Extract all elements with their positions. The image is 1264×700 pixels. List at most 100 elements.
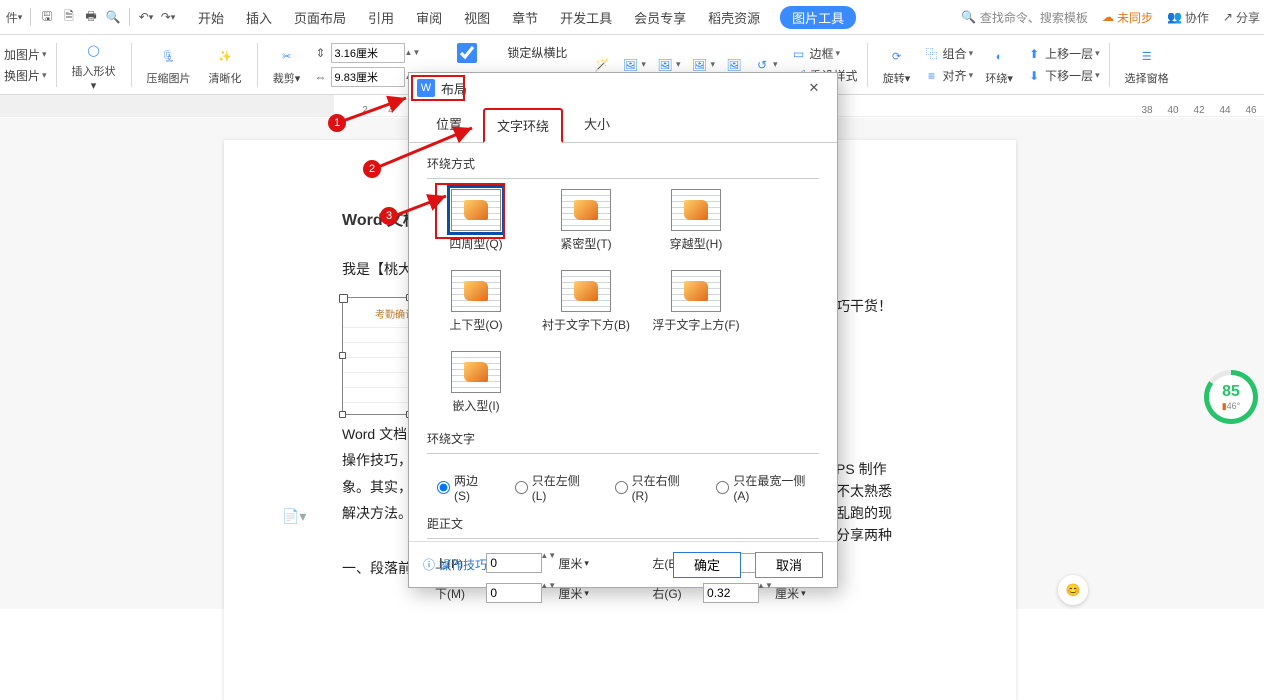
print-icon[interactable]: 🖶 xyxy=(81,7,101,27)
pic-effect-5[interactable]: 🖼 xyxy=(725,56,743,74)
pic-effect-2[interactable]: 🖼▾ xyxy=(621,56,646,74)
topbar-right: 🔍 查找命令、搜索模板 ☁ 未同步 👥 协作 ↗ 分享 xyxy=(961,9,1260,26)
border-icon: ▭ xyxy=(790,45,808,63)
group-button[interactable]: ⿻组合▾ xyxy=(923,45,974,63)
tab-start[interactable]: 开始 xyxy=(196,2,226,33)
tab-layout[interactable]: 页面布局 xyxy=(292,2,348,33)
page-gutter-icon[interactable]: 📄▾ xyxy=(282,508,306,525)
tab-dev[interactable]: 开发工具 xyxy=(558,2,614,33)
dialog-close-button[interactable]: ✕ xyxy=(799,77,829,99)
ok-button[interactable]: 确定 xyxy=(673,552,741,578)
share-button[interactable]: ↗ 分享 xyxy=(1223,9,1260,26)
search-icon: 🔍 xyxy=(961,10,976,24)
doc-text-frag: 巧干货！ xyxy=(836,293,892,320)
send-backward[interactable]: ⬇下移一层▾ xyxy=(1025,67,1100,85)
people-icon: 👥 xyxy=(1167,10,1182,24)
radio-widest[interactable]: 只在最宽一侧(A) xyxy=(716,472,819,503)
compress-icon: 🗜 xyxy=(155,44,183,70)
info-icon: ⓘ xyxy=(423,556,435,573)
sharpen-image[interactable]: ✨ 清晰化 xyxy=(203,38,248,92)
ribbon-tabs: 开始 插入 页面布局 引用 审阅 视图 章节 开发工具 会员专享 稻壳资源 图片… xyxy=(196,2,856,33)
save-icon[interactable]: 🖫 xyxy=(37,7,57,27)
lock-aspect[interactable]: 锁定纵横比 xyxy=(430,43,567,63)
radio-right[interactable]: 只在右侧(R) xyxy=(615,472,695,503)
command-search[interactable]: 🔍 查找命令、搜索模板 xyxy=(961,9,1088,26)
dist-bottom-label: 下(M) xyxy=(435,585,478,602)
tab-ref[interactable]: 引用 xyxy=(366,2,396,33)
wrap-style-options: 四周型(Q) 紧密型(T) 穿越型(H) 上下型(O) 衬于文字下方(B) 浮于… xyxy=(427,189,819,414)
align-button[interactable]: ≡对齐▾ xyxy=(923,67,974,85)
wrap-through[interactable]: 穿越型(H) xyxy=(665,189,727,252)
performance-gauge[interactable]: 85 ▮46° xyxy=(1204,370,1258,424)
tab-insert[interactable]: 插入 xyxy=(244,2,274,33)
dist-right-unit[interactable]: 厘米▾ xyxy=(775,585,819,602)
sharpen-icon: ✨ xyxy=(211,44,239,70)
wrap-front[interactable]: 浮于文字上方(F) xyxy=(665,270,727,333)
annotation-box-title xyxy=(411,75,465,101)
group-icon: ⿻ xyxy=(923,45,941,63)
dialog-tab-textwrap[interactable]: 文字环绕 xyxy=(483,108,563,143)
lock-checkbox[interactable] xyxy=(430,43,504,63)
reset-icon: ↺ xyxy=(753,56,771,74)
undo-icon[interactable]: ↶▾ xyxy=(136,7,156,27)
rotate-icon: ⟳ xyxy=(883,44,911,70)
section-wrapstyle: 环绕方式 xyxy=(427,155,819,172)
picture-icon: 🖼 xyxy=(656,56,674,74)
saveas-icon[interactable]: 🗎 xyxy=(59,7,79,27)
width-input[interactable] xyxy=(331,67,405,87)
wrap-icon: ◐ xyxy=(985,44,1013,70)
border-dropdown[interactable]: ▭边框▾ xyxy=(790,45,858,63)
dialog-tab-position[interactable]: 位置 xyxy=(423,107,475,142)
rotate[interactable]: ⟳ 旋转▾ xyxy=(877,38,917,92)
radio-left[interactable]: 只在左侧(L) xyxy=(515,472,593,503)
height-input[interactable] xyxy=(331,43,405,63)
file-menu[interactable]: 件▾ xyxy=(4,7,24,27)
quick-access-toolbar: 件▾ 🖫 🗎 🖶 🔍 ↶▾ ↷▾ xyxy=(4,7,178,27)
height-icon: ⇕ xyxy=(313,46,329,60)
compress-image[interactable]: 🗜 压缩图片 xyxy=(141,38,197,92)
tab-chapter[interactable]: 章节 xyxy=(510,2,540,33)
height-spinner[interactable]: ▲▼ xyxy=(405,50,421,56)
pic-effect-3[interactable]: 🖼▾ xyxy=(656,56,681,74)
tab-view[interactable]: 视图 xyxy=(462,2,492,33)
wrap-button[interactable]: ◐ 环绕▾ xyxy=(979,38,1019,92)
dialog-tab-size[interactable]: 大小 xyxy=(571,107,623,142)
operation-tips-link[interactable]: ⓘ 操作技巧 xyxy=(423,556,487,573)
collab-button[interactable]: 👥 协作 xyxy=(1167,9,1209,26)
replace-picture[interactable]: 换图片▾ xyxy=(4,67,47,84)
float-tool-button[interactable]: 😊 xyxy=(1058,575,1088,605)
pic-effect-4[interactable]: 🖼▾ xyxy=(690,56,715,74)
cloud-icon: ☁ xyxy=(1102,10,1114,24)
tab-picture-tools[interactable]: 图片工具 xyxy=(780,6,856,29)
section-wraptext: 环绕文字 xyxy=(427,430,819,447)
radio-both[interactable]: 两边(S) xyxy=(437,472,493,503)
pic-effect-6[interactable]: ↺▾ xyxy=(753,56,778,74)
tab-vip[interactable]: 会员专享 xyxy=(632,2,688,33)
preview-icon[interactable]: 🔍 xyxy=(103,7,123,27)
redo-icon[interactable]: ↷▾ xyxy=(158,7,178,27)
dialog-footer: ⓘ 操作技巧 确定 取消 xyxy=(409,541,837,587)
wand-icon: 🪄 xyxy=(593,56,611,74)
down-layer-icon: ⬇ xyxy=(1025,67,1043,85)
add-picture[interactable]: 加图片▾ xyxy=(4,46,47,63)
bring-forward[interactable]: ⬆上移一层▾ xyxy=(1025,45,1100,63)
wrap-tight[interactable]: 紧密型(T) xyxy=(555,189,617,252)
wrap-square[interactable]: 四周型(Q) xyxy=(445,189,507,252)
up-layer-icon: ⬆ xyxy=(1025,45,1043,63)
selection-pane[interactable]: ☰ 选择窗格 xyxy=(1119,38,1175,92)
wrap-topbottom[interactable]: 上下型(O) xyxy=(445,270,507,333)
tab-review[interactable]: 审阅 xyxy=(414,2,444,33)
dist-bottom-unit[interactable]: 厘米▾ xyxy=(558,585,602,602)
crop[interactable]: ✂ 裁剪▾ xyxy=(267,38,307,92)
wrap-behind[interactable]: 衬于文字下方(B) xyxy=(555,270,617,333)
tab-res[interactable]: 稻壳资源 xyxy=(706,2,762,33)
pic-effect-1[interactable]: 🪄 xyxy=(593,56,611,74)
layout-dialog: W 布局 ✕ 位置 文字环绕 大小 环绕方式 四周型(Q) 紧密型(T) 穿越型… xyxy=(408,72,838,588)
sync-status[interactable]: ☁ 未同步 xyxy=(1102,9,1153,26)
width-icon: ⇔ xyxy=(313,70,329,84)
cancel-button[interactable]: 取消 xyxy=(755,552,823,578)
insert-shape[interactable]: ◯ 插入形状▾ xyxy=(66,38,122,92)
picture-icon: 🖼 xyxy=(621,56,639,74)
dialog-titlebar: W 布局 ✕ xyxy=(409,73,837,103)
wrap-inline[interactable]: 嵌入型(I) xyxy=(445,351,507,414)
